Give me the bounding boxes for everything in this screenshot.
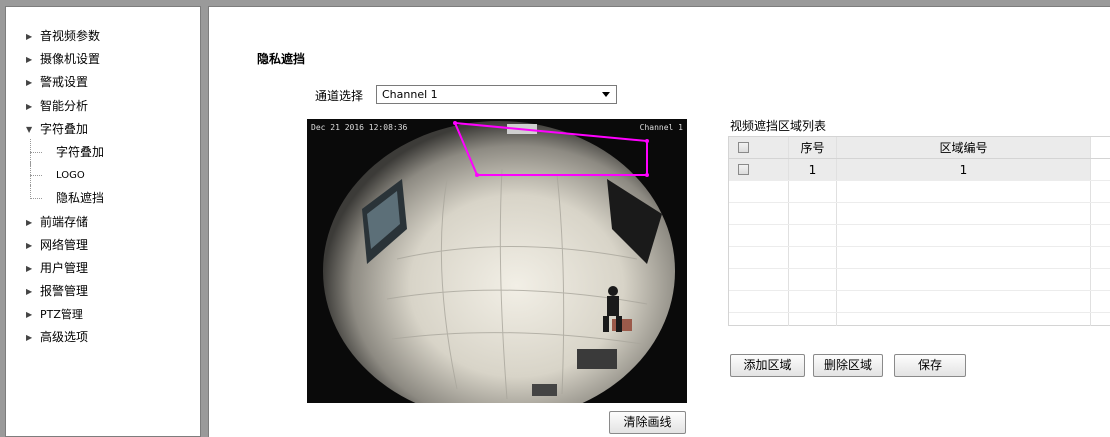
empty-row	[729, 225, 1110, 247]
sidebar-item-storage[interactable]: ▶ 前端存储	[26, 211, 104, 234]
empty-row	[729, 247, 1110, 269]
tree-line	[26, 139, 56, 167]
sidebar-item-label: 警戒设置	[40, 75, 89, 90]
expand-triangle-icon: ▶	[26, 32, 33, 41]
sidebar-subitem-osd[interactable]: 字符叠加	[26, 139, 105, 167]
empty-row	[729, 313, 1110, 326]
sidebar-subitem-label: 隐私遮挡	[56, 191, 105, 206]
sidebar-subitem-privacy-mask[interactable]: 隐私遮挡	[26, 185, 105, 210]
collapse-triangle-icon: ▼	[26, 124, 33, 134]
chevron-down-icon	[602, 92, 610, 97]
empty-row	[729, 269, 1110, 291]
expand-triangle-icon: ▶	[26, 240, 33, 250]
table-row[interactable]: 1 1	[729, 159, 1110, 181]
row-filler	[1091, 159, 1110, 180]
expand-triangle-icon: ▶	[26, 55, 33, 65]
sidebar-item-label: 摄像机设置	[40, 52, 101, 67]
expand-triangle-icon: ▶	[26, 217, 33, 227]
sidebar-item-label: PTZ管理	[40, 308, 83, 322]
column-header-region-id: 区域编号	[837, 137, 1091, 158]
sidebar-item-label: 用户管理	[40, 260, 89, 275]
sidebar-subitem-label: 字符叠加	[56, 144, 105, 159]
empty-row	[729, 291, 1110, 313]
sidebar-item-ptz[interactable]: ▶ PTZ管理	[26, 303, 104, 326]
osd-timestamp: Dec 21 2016 12:08:36	[311, 123, 408, 132]
sidebar-item-network[interactable]: ▶ 网络管理	[26, 234, 104, 257]
nav-tree: ▶ 音视频参数 ▶ 摄像机设置 ▶ 警戒设置 ▶ 智能分析 ▼ 字符叠加 字符叠加 LOG…	[26, 25, 104, 350]
sidebar-item-av-params[interactable]: ▶ 音视频参数	[26, 25, 104, 48]
row-checkbox[interactable]	[738, 164, 749, 175]
sidebar-item-camera-settings[interactable]: ▶ 摄像机设置	[26, 48, 104, 71]
sidebar-item-alert-settings[interactable]: ▶ 警戒设置	[26, 71, 104, 94]
empty-row	[729, 203, 1110, 225]
sidebar-item-osd[interactable]: ▼ 字符叠加	[26, 118, 104, 141]
tree-line	[26, 185, 56, 210]
region-list-title: 视频遮挡区域列表	[730, 119, 827, 133]
sidebar: ▶ 音视频参数 ▶ 摄像机设置 ▶ 警戒设置 ▶ 智能分析 ▼ 字符叠加 字符叠加 LOG…	[5, 6, 201, 437]
sidebar-item-label: 报警管理	[40, 284, 89, 299]
select-all-cell	[729, 137, 789, 158]
sidebar-subitem-logo[interactable]: LOGO	[26, 162, 104, 190]
save-button[interactable]: 保存	[894, 354, 966, 377]
video-preview[interactable]: Dec 21 2016 12:08:36 Channel 1	[307, 119, 687, 403]
table-header-row: 序号 区域编号	[729, 137, 1110, 159]
sidebar-item-label: 高级选项	[40, 330, 89, 345]
row-check-cell	[729, 159, 789, 180]
channel-select-label: 通道选择	[315, 89, 364, 103]
sidebar-item-advanced[interactable]: ▶ 高级选项	[26, 326, 104, 349]
table-cell-region-id: 1	[837, 159, 1091, 180]
header-filler	[1091, 137, 1110, 158]
main-panel: 隐私遮挡 通道选择 Channel 1 Dec 21 2016 12:08:36…	[208, 6, 1110, 437]
clear-lines-button[interactable]: 清除画线	[609, 411, 686, 434]
sidebar-item-label: 智能分析	[40, 98, 89, 113]
sidebar-item-label: 前端存储	[40, 214, 89, 229]
empty-row	[729, 181, 1110, 203]
sidebar-subitem-label: LOGO	[56, 170, 85, 182]
expand-triangle-icon: ▶	[26, 333, 33, 343]
sidebar-item-label: 字符叠加	[40, 121, 89, 136]
sidebar-item-label: 音视频参数	[40, 29, 101, 43]
region-table: 序号 区域编号 1 1	[728, 136, 1110, 326]
expand-triangle-icon: ▶	[26, 263, 33, 273]
table-cell-index: 1	[789, 159, 837, 180]
select-all-checkbox[interactable]	[738, 142, 749, 153]
channel-select[interactable]: Channel 1	[376, 85, 617, 104]
fisheye-image	[323, 121, 675, 403]
expand-triangle-icon: ▶	[26, 287, 33, 297]
expand-triangle-icon: ▶	[26, 310, 33, 320]
sidebar-item-alarm[interactable]: ▶ 报警管理	[26, 280, 104, 303]
tree-line	[26, 162, 56, 190]
sidebar-item-users[interactable]: ▶ 用户管理	[26, 257, 104, 280]
sidebar-item-label: 网络管理	[40, 237, 89, 252]
expand-triangle-icon: ▶	[26, 78, 33, 88]
sidebar-item-smart-analysis[interactable]: ▶ 智能分析	[26, 95, 104, 118]
add-region-button[interactable]: 添加区域	[730, 354, 805, 377]
expand-triangle-icon: ▶	[26, 101, 33, 111]
page-title: 隐私遮挡	[257, 52, 306, 66]
column-header-index: 序号	[789, 137, 837, 158]
channel-select-value: Channel 1	[382, 88, 438, 101]
osd-channel-name: Channel 1	[639, 123, 683, 132]
delete-region-button[interactable]: 删除区域	[813, 354, 883, 377]
